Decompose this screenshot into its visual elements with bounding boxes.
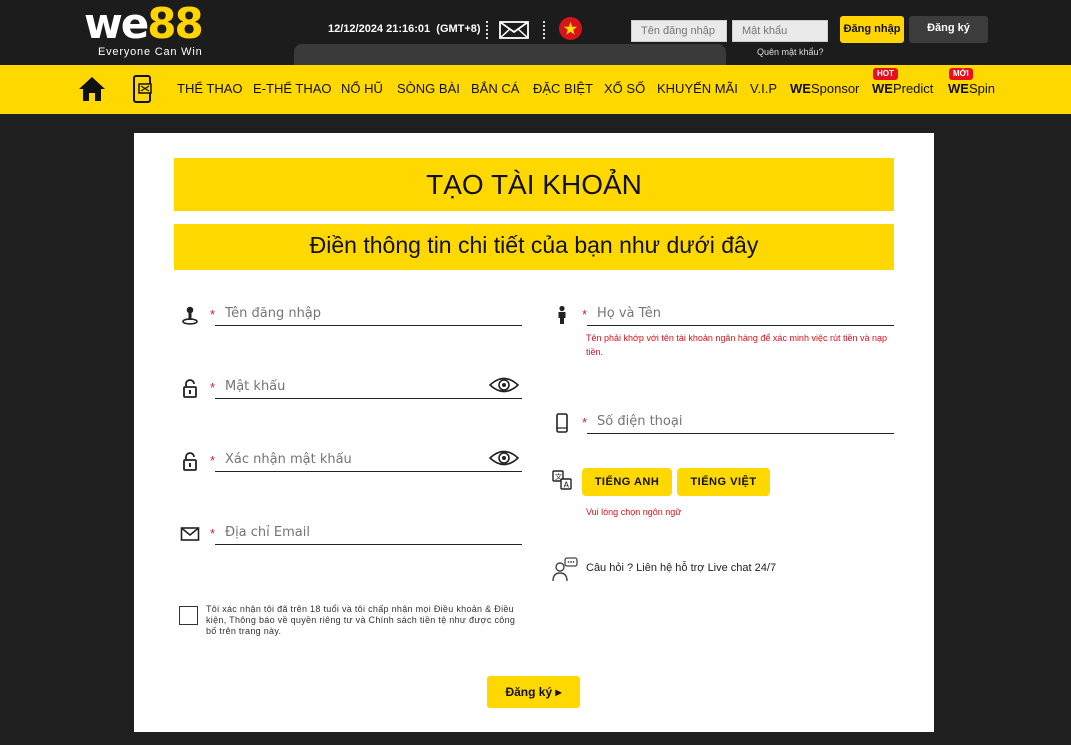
svg-text:A: A <box>564 481 570 490</box>
divider <box>486 21 488 39</box>
svg-text:文: 文 <box>555 472 562 481</box>
nav-esports[interactable]: E-THỂ THAO <box>253 81 332 96</box>
confirm-password-input[interactable] <box>215 448 522 472</box>
we88-logo[interactable]: we88 Everyone Can Win <box>84 0 230 60</box>
lock-icon <box>183 452 197 471</box>
new-badge: MỚI <box>949 68 973 80</box>
header-username-input[interactable] <box>631 20 727 42</box>
mail-icon[interactable] <box>499 21 529 39</box>
fullname-input[interactable] <box>587 302 894 326</box>
fullname-hint: Tên phải khớp với tên tài khoản ngân hàn… <box>586 333 887 357</box>
username-input[interactable] <box>215 302 522 326</box>
vietnam-flag-icon[interactable] <box>559 17 582 40</box>
nav-fishing[interactable]: BẮN CÁ <box>471 81 519 96</box>
terms-text: Tôi xác nhận tôi đã trên 18 tuổi và tôi … <box>206 604 516 636</box>
user-pin-icon <box>182 306 198 325</box>
translate-icon: 文 A <box>552 470 572 490</box>
announcement-ticker <box>294 44 726 65</box>
password-input[interactable] <box>215 375 522 399</box>
lang-vietnamese-button[interactable]: TIẾNG VIỆT <box>677 468 770 496</box>
main-nav: THỂ THAO E-THỂ THAO NỔ HŨ SÒNG BÀI BẮN C… <box>0 65 1071 114</box>
terms-checkbox[interactable] <box>179 606 198 625</box>
phone-icon <box>556 413 568 433</box>
header-register-button[interactable]: Đăng ký <box>909 16 988 43</box>
divider <box>543 21 545 39</box>
nav-slots[interactable]: NỔ HŨ <box>341 81 383 96</box>
nav-vip[interactable]: V.I.P <box>750 81 777 96</box>
registration-card: TẠO TÀI KHOẢN Điền thông tin chi tiết củ… <box>134 133 934 732</box>
live-chat-link[interactable]: Câu hỏi ? Liên hệ hỗ trợ Live chat 24/7 <box>586 562 776 574</box>
login-button[interactable]: Đăng nhập <box>840 16 904 43</box>
live-chat-icon[interactable] <box>552 557 578 583</box>
page-subtitle: Điền thông tin chi tiết của bạn như dưới… <box>174 224 894 270</box>
hot-badge: HOT <box>873 68 898 80</box>
nav-casino[interactable]: SÒNG BÀI <box>397 81 460 96</box>
person-icon <box>558 305 566 324</box>
language-hint: Vui lòng chọn ngôn ngữ <box>586 507 682 517</box>
top-bar: we88 Everyone Can Win 12/12/2024 21:16:0… <box>0 0 1071 65</box>
server-clock: 12/12/2024 21:16:01 (GMT+8) <box>328 23 481 35</box>
nav-promotions[interactable]: KHUYẾN MÃI <box>657 81 738 96</box>
logo-wordmark: we88 <box>84 0 204 48</box>
show-password-eye-icon[interactable] <box>489 376 519 394</box>
forgot-password-link[interactable]: Quên mật khẩu? <box>757 47 824 57</box>
logo-tagline: Everyone Can Win <box>98 46 203 58</box>
nav-wespin[interactable]: MỚI WESpin <box>948 68 995 96</box>
envelope-icon <box>180 527 200 541</box>
home-icon[interactable] <box>78 76 106 102</box>
arrow-right-icon: ▸ <box>555 685 562 699</box>
mobile-app-icon[interactable] <box>132 75 154 103</box>
nav-special[interactable]: ĐẶC BIỆT <box>533 81 593 96</box>
show-confirm-password-eye-icon[interactable] <box>489 449 519 467</box>
email-input[interactable] <box>215 521 522 545</box>
nav-sports[interactable]: THỂ THAO <box>177 81 243 96</box>
nav-wepredict[interactable]: HOT WEPredict <box>872 68 933 96</box>
page-title: TẠO TÀI KHOẢN <box>174 158 894 211</box>
register-submit-button[interactable]: Đăng ký ▸ <box>487 676 580 708</box>
phone-input[interactable] <box>587 410 894 434</box>
lock-icon <box>183 379 197 398</box>
nav-lottery[interactable]: XỔ SỐ <box>604 81 645 96</box>
header-password-input[interactable] <box>732 20 828 42</box>
lang-english-button[interactable]: TIẾNG ANH <box>582 468 672 496</box>
nav-wesponsor[interactable]: WESponsor <box>790 81 859 96</box>
